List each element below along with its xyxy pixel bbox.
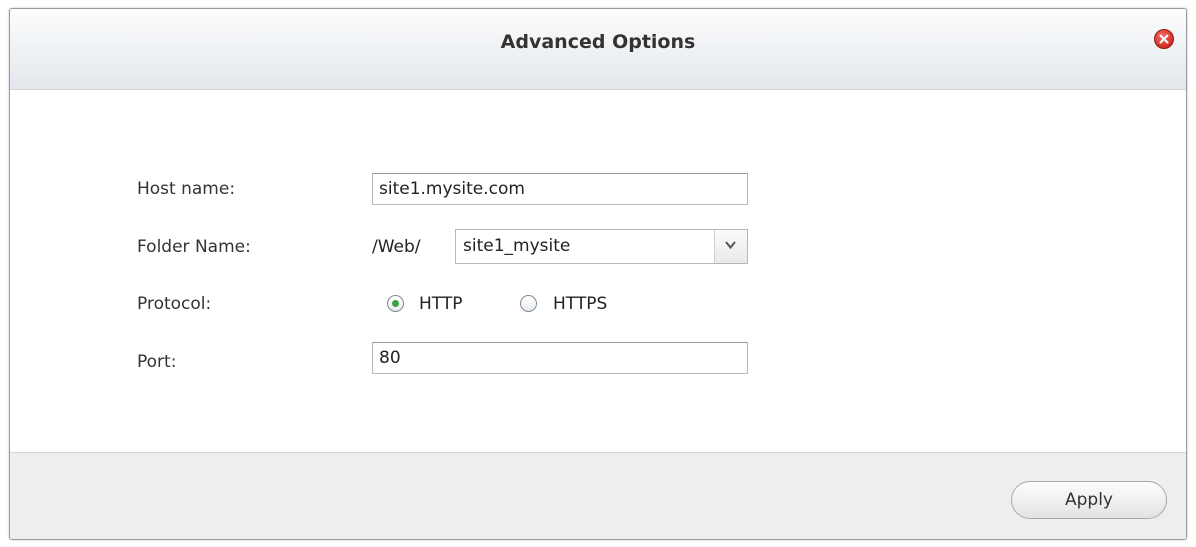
host-name-input[interactable]: site1.mysite.com xyxy=(372,173,748,205)
folder-name-selected: site1_mysite xyxy=(463,236,571,256)
port-label: Port: xyxy=(137,352,177,372)
port-input[interactable]: 80 xyxy=(372,342,748,374)
radio-http-label[interactable]: HTTP xyxy=(419,294,463,314)
radio-https[interactable] xyxy=(520,295,537,312)
close-icon xyxy=(1159,34,1169,44)
close-button[interactable] xyxy=(1154,29,1174,49)
folder-name-select[interactable]: site1_mysite xyxy=(455,229,748,264)
folder-dropdown-button[interactable] xyxy=(714,230,747,263)
radio-checked-dot xyxy=(392,300,399,307)
dialog-titlebar: Advanced Options xyxy=(10,9,1186,90)
folder-prefix: /Web/ xyxy=(372,237,421,257)
advanced-options-dialog: Advanced Options Host name: site1.mysite… xyxy=(9,8,1187,540)
apply-button[interactable]: Apply xyxy=(1011,481,1167,519)
radio-http[interactable] xyxy=(387,295,404,312)
protocol-label: Protocol: xyxy=(137,294,212,314)
dialog-footer: Apply xyxy=(10,452,1186,539)
chevron-down-icon xyxy=(725,241,736,250)
folder-name-label: Folder Name: xyxy=(137,237,251,257)
dialog-title: Advanced Options xyxy=(500,31,696,53)
host-name-label: Host name: xyxy=(137,179,236,199)
page-background xyxy=(0,0,9,547)
radio-https-label[interactable]: HTTPS xyxy=(553,294,607,314)
